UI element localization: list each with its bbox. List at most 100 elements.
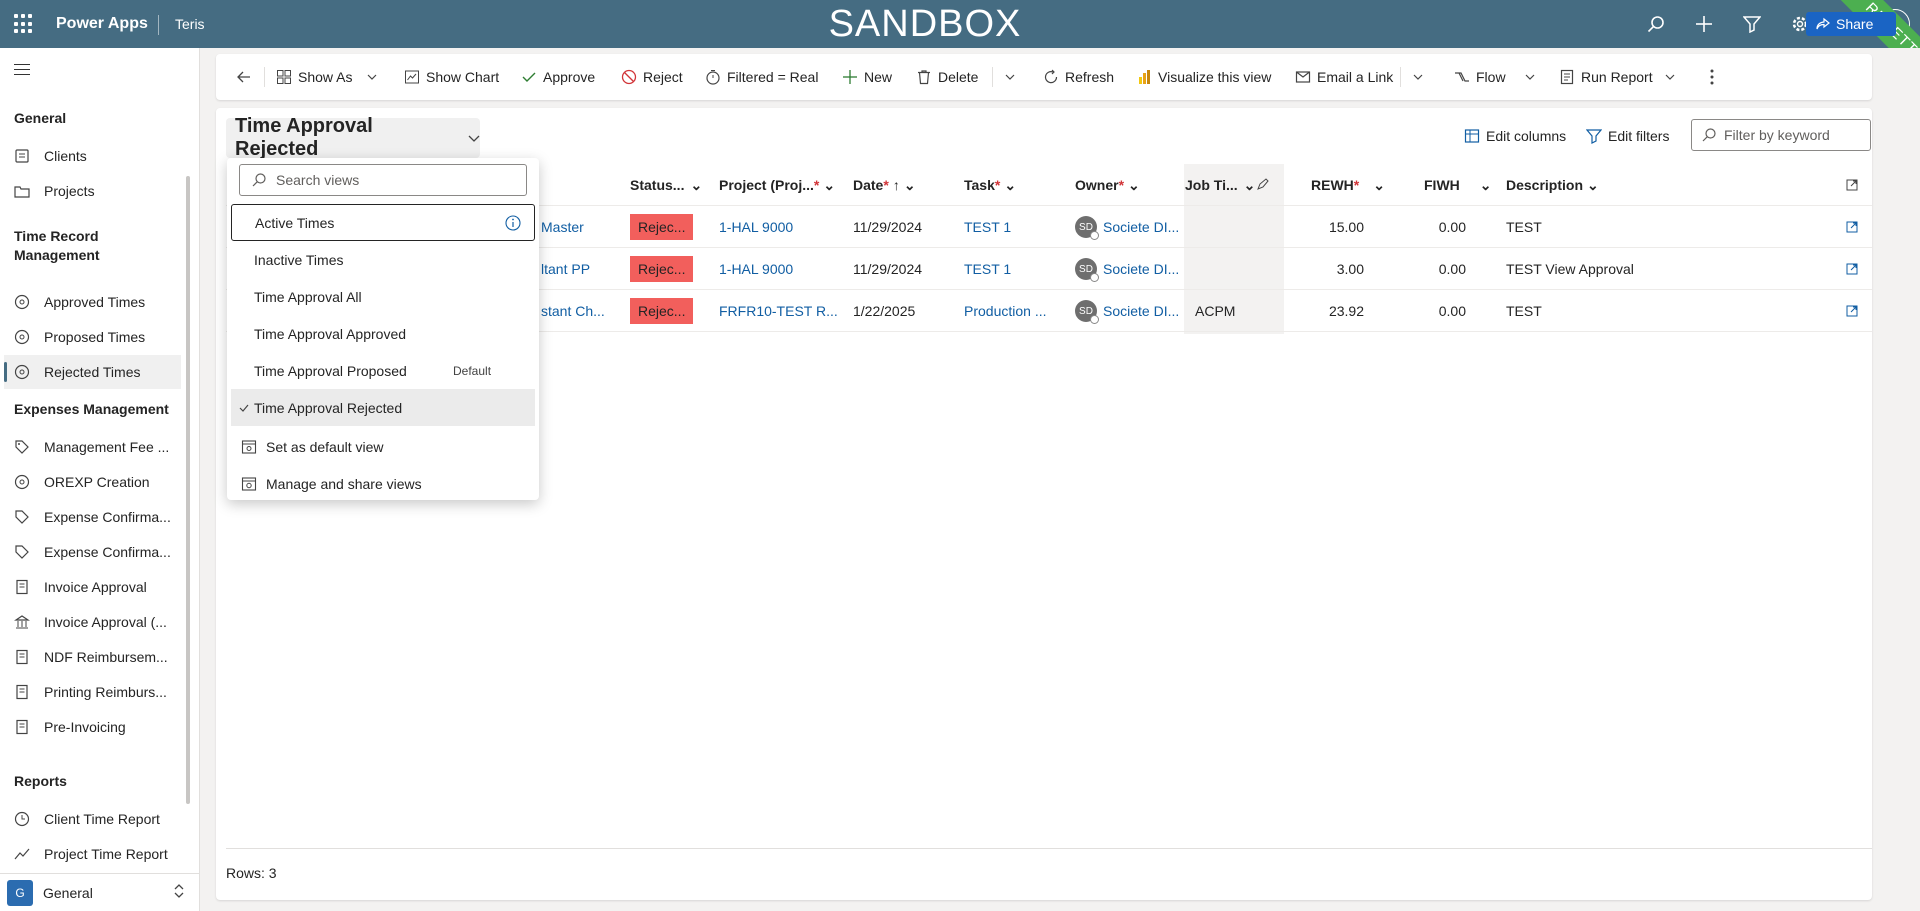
area-switcher[interactable]: G General (0, 873, 199, 911)
column-header-project[interactable]: Project (Proj... * ⌄ (719, 164, 835, 206)
record-name-link[interactable]: Master (541, 206, 584, 248)
new-button[interactable]: New (842, 66, 892, 88)
column-header-fiwh[interactable]: FIWH ⌄ (1424, 164, 1492, 206)
sidebar-item-ndf-reimbursement[interactable]: NDF Reimbursem... (4, 640, 181, 674)
chart-icon (404, 69, 420, 85)
column-header-owner[interactable]: Owner * ⌄ (1075, 164, 1140, 206)
sidebar-scrollbar[interactable] (186, 176, 190, 804)
sidebar-item-printing-reimbursement[interactable]: Printing Reimburs... (4, 675, 181, 709)
sidebar-section-title: Reports (14, 773, 67, 789)
search-views-input[interactable]: Search views (239, 164, 527, 196)
project-link[interactable]: 1-HAL 9000 (719, 248, 793, 290)
delete-label: Delete (938, 69, 979, 85)
edit-columns-button[interactable]: Edit columns (1464, 128, 1566, 144)
owner-link[interactable]: Societe DI... (1103, 219, 1179, 235)
manage-share-views-button[interactable]: Manage and share views (231, 465, 535, 502)
sidebar-item-clients[interactable]: Clients (4, 139, 181, 173)
divider (1400, 67, 1401, 87)
filter-keyword-input[interactable]: Filter by keyword (1691, 119, 1871, 151)
owner-cell[interactable]: SD Societe DI... (1075, 248, 1179, 290)
sidebar-item-client-time-report[interactable]: Client Time Report (4, 802, 181, 836)
open-record-icon[interactable] (1846, 290, 1858, 332)
plus-icon[interactable] (1692, 12, 1716, 36)
visualize-view-button[interactable]: Visualize this view (1136, 66, 1271, 88)
sidebar-item-label: Pre-Invoicing (44, 719, 126, 735)
sidebar-item-rejected-times[interactable]: Rejected Times (4, 355, 181, 389)
show-chart-button[interactable]: Show Chart (404, 66, 499, 88)
sidebar-item-label: Expense Confirma... (44, 544, 171, 560)
flow-button[interactable]: Flow (1454, 66, 1506, 88)
rows-count: Rows: 3 (226, 848, 1872, 881)
chevron-down-icon: ⌄ (903, 176, 916, 193)
description-cell: TEST (1506, 303, 1542, 319)
open-record-icon[interactable] (1846, 248, 1858, 290)
open-in-new-window-icon[interactable] (1846, 164, 1858, 206)
chevron-down-icon: ⌄ (1243, 176, 1256, 193)
checkmark-icon (239, 400, 249, 416)
sidebar-item-invoice-approval-2[interactable]: Invoice Approval (... (4, 605, 181, 639)
reject-button[interactable]: Reject (621, 66, 683, 88)
flow-chevron-down-icon[interactable] (1522, 66, 1538, 88)
task-link[interactable]: TEST 1 (964, 248, 1011, 290)
column-header-rewh[interactable]: REWH * ⌄ (1311, 164, 1385, 206)
view-title: Time Approval Rejected (235, 115, 373, 160)
edit-filters-label: Edit filters (1608, 128, 1670, 144)
back-button[interactable] (236, 66, 258, 88)
owner-cell[interactable]: SD Societe DI... (1075, 206, 1179, 248)
email-link-button[interactable]: Email a Link (1295, 66, 1393, 88)
view-option-time-approval-approved[interactable]: Time Approval Approved (231, 315, 535, 352)
filtered-real-button[interactable]: Filtered = Real (705, 66, 818, 88)
search-icon[interactable] (1644, 12, 1668, 36)
hamburger-menu-icon[interactable] (14, 64, 30, 79)
sidebar-item-invoice-approval[interactable]: Invoice Approval (4, 570, 181, 604)
sidebar-item-expense-confirmation-2[interactable]: Expense Confirma... (4, 535, 181, 569)
view-option-active-times[interactable]: Active Times (231, 204, 535, 241)
filter-icon[interactable] (1740, 12, 1764, 36)
approve-button[interactable]: Approve (521, 66, 595, 88)
task-link[interactable]: TEST 1 (964, 206, 1011, 248)
column-header-date[interactable]: Date * ↑ ⌄ (853, 164, 916, 206)
set-default-view-button[interactable]: Set as default view (231, 428, 535, 465)
owner-cell[interactable]: SD Societe DI... (1075, 290, 1179, 332)
view-option-time-approval-all[interactable]: Time Approval All (231, 278, 535, 315)
show-as-chevron-down-icon[interactable] (364, 66, 380, 88)
sidebar-item-approved-times[interactable]: Approved Times (4, 285, 181, 319)
run-report-button[interactable]: Run Report (1559, 66, 1653, 88)
record-name-link[interactable]: stant Ch... (541, 290, 605, 332)
info-icon[interactable] (505, 215, 521, 231)
column-header-task[interactable]: Task * ⌄ (964, 164, 1016, 206)
sidebar-item-project-time-report[interactable]: Project Time Report (4, 837, 181, 871)
run-report-chevron-down-icon[interactable] (1662, 66, 1678, 88)
time-record-icon (14, 294, 30, 310)
view-option-time-approval-proposed[interactable]: Time Approval Proposed Default (231, 352, 535, 389)
owner-link[interactable]: Societe DI... (1103, 303, 1179, 319)
column-header-job-title[interactable]: Job Ti... ⌄ (1185, 164, 1270, 206)
show-as-button[interactable]: Show As (276, 66, 352, 88)
owner-link[interactable]: Societe DI... (1103, 261, 1179, 277)
view-option-inactive-times[interactable]: Inactive Times (231, 241, 535, 278)
chevron-down-icon: ⌄ (1373, 176, 1385, 193)
sidebar-item-label: Proposed Times (44, 329, 146, 345)
sidebar-item-proposed-times[interactable]: Proposed Times (4, 320, 181, 354)
refresh-button[interactable]: Refresh (1043, 66, 1114, 88)
project-link[interactable]: 1-HAL 9000 (719, 206, 793, 248)
share-button[interactable]: Share (1806, 12, 1896, 36)
delete-button[interactable]: Delete (916, 66, 978, 88)
sidebar-item-orexp-creation[interactable]: OREXP Creation (4, 465, 181, 499)
task-link[interactable]: Production ... (964, 290, 1047, 332)
column-header-description[interactable]: Description ⌄ (1506, 164, 1599, 206)
sidebar-item-pre-invoicing[interactable]: Pre-Invoicing (4, 710, 181, 744)
record-name-link[interactable]: ltant PP (541, 248, 590, 290)
sidebar-item-projects[interactable]: Projects (4, 174, 181, 208)
view-option-time-approval-rejected[interactable]: Time Approval Rejected (231, 389, 535, 426)
view-selector[interactable]: Time Approval Rejected (226, 115, 480, 160)
more-email-chevron-down-icon[interactable] (1410, 66, 1426, 88)
sidebar-item-management-fee[interactable]: Management Fee ... (4, 430, 181, 464)
project-link[interactable]: FRFR10-TEST R... (719, 290, 838, 332)
sidebar-item-expense-confirmation-1[interactable]: Expense Confirma... (4, 500, 181, 534)
open-record-icon[interactable] (1846, 206, 1858, 248)
more-commands-icon[interactable] (1704, 66, 1720, 88)
more-delete-chevron-down-icon[interactable] (1002, 66, 1018, 88)
column-header-status[interactable]: Status... ⌄ (630, 164, 702, 206)
edit-filters-button[interactable]: Edit filters (1586, 128, 1669, 144)
